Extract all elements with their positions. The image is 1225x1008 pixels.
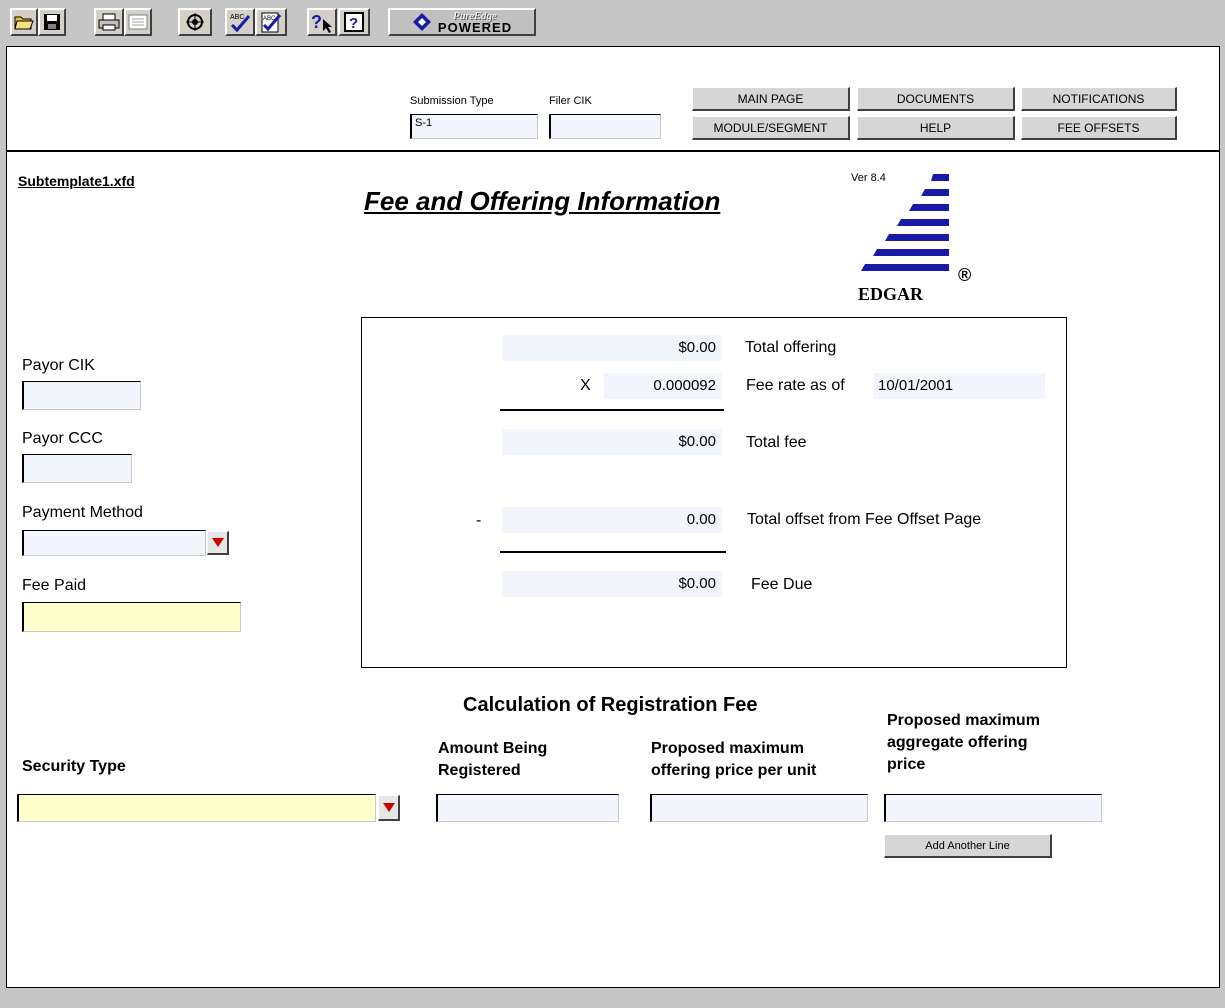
chevron-down-icon [211,537,224,547]
context-help-button[interactable]: ? [307,8,337,36]
fee-due-label: Fee Due [751,576,813,593]
add-another-line-button[interactable]: Add Another Line [884,834,1052,858]
amount-label-line-1: Amount Being [438,740,548,757]
price-per-unit-label-line-2: offering price per unit [651,762,817,779]
edgar-logo-text: EDGAR [858,284,924,304]
security-type-select[interactable] [17,794,376,822]
payor-ccc-field[interactable] [22,454,132,483]
spellcheck-document-button[interactable]: ABC [255,8,287,36]
print-button[interactable] [94,8,124,36]
toolbar: ABC ABC ? ? PureEdge POWERED [0,0,1225,44]
svg-text:ABC: ABC [230,14,244,21]
fee-rate-label: Fee rate as of [746,377,845,394]
module-segment-button[interactable]: MODULE/SEGMENT [692,116,850,140]
payment-method-select[interactable] [22,530,206,556]
fee-offsets-button[interactable]: FEE OFFSETS [1021,116,1177,140]
submission-type-field[interactable]: S-1 [410,114,538,139]
save-button[interactable] [38,8,66,36]
page-title: Fee and Offering Information [364,186,721,216]
edgar-logo: Ver 8.4 EDGAR ® [845,168,975,308]
fee-rate-date: 10/01/2001 [874,373,1045,399]
payment-method-dropdown-button[interactable] [207,531,229,555]
open-icon [14,16,34,30]
payor-ccc-label: Payor CCC [22,430,103,447]
price-per-unit-label: Proposed maximum offering price per unit [651,738,816,782]
security-type-dropdown-button[interactable] [378,795,400,821]
transmit-icon [186,13,204,31]
edgar-stripes-icon [861,174,949,271]
help-button[interactable]: ? [338,8,370,36]
multiply-sign: X [580,377,591,394]
fee-due-value: $0.00 [502,571,722,597]
documents-button[interactable]: DOCUMENTS [857,87,1015,111]
preview-icon [128,14,148,30]
aggregate-price-field[interactable] [884,794,1102,822]
submission-type-label: Submission Type [410,95,494,107]
total-fee-label: Total fee [746,434,807,451]
registered-mark: ® [958,265,972,285]
price-per-unit-field[interactable] [650,794,868,822]
fee-summary-box [361,317,1067,668]
pureedge-logo: PureEdge POWERED [388,8,536,36]
context-help-icon: ? [311,12,332,33]
total-offset-value: 0.00 [502,507,722,533]
main-page-button[interactable]: MAIN PAGE [692,87,850,111]
filer-cik-label: Filer CIK [549,95,592,107]
total-offering-value: $0.00 [502,335,722,361]
print-icon [98,13,120,31]
aggregate-price-label-line-1: Proposed maximum [887,712,1040,729]
payment-method-label: Payment Method [22,504,143,521]
help-nav-button[interactable]: HELP [857,116,1015,140]
fee-paid-field[interactable] [22,602,241,632]
aggregate-price-label-line-2: aggregate offering [887,734,1028,751]
price-per-unit-label-line-1: Proposed maximum [651,740,804,757]
registration-section-title: Calculation of Registration Fee [463,694,758,716]
svg-text:?: ? [311,12,322,32]
spellcheck-icon: ABC [230,14,251,33]
spellcheck-button[interactable]: ABC [225,8,255,36]
sum-line-1 [500,409,724,411]
svg-text:?: ? [349,15,358,32]
template-name: Subtemplate1.xfd [18,173,135,189]
total-fee-value: $0.00 [502,429,722,455]
save-icon [44,14,60,30]
header-divider [6,150,1220,152]
fee-paid-label: Fee Paid [22,577,87,594]
total-offering-label: Total offering [745,339,837,356]
preview-button[interactable] [124,8,152,36]
filer-cik-field[interactable] [549,114,661,139]
notifications-button[interactable]: NOTIFICATIONS [1021,87,1177,111]
payor-cik-field[interactable] [22,381,141,410]
chevron-down-icon [382,802,395,812]
amount-field[interactable] [436,794,619,822]
payor-cik-label: Payor CIK [22,357,95,374]
pureedge-logo-text-bottom: POWERED [437,20,513,35]
open-button[interactable] [10,8,38,36]
sum-line-2 [500,551,726,553]
minus-sign: - [476,512,482,529]
aggregate-price-label: Proposed maximum aggregate offering pric… [887,710,1040,776]
spellcheck-document-icon: ABC [261,12,282,33]
total-offset-label: Total offset from Fee Offset Page [747,511,982,528]
amount-label: Amount Being Registered [438,738,547,782]
help-icon: ? [344,12,364,32]
amount-label-line-2: Registered [438,762,521,779]
fee-rate-value: 0.000092 [604,373,722,399]
security-type-label: Security Type [22,758,126,775]
pureedge-diamond-icon [412,13,431,31]
aggregate-price-label-line-3: price [887,756,926,773]
transmit-button[interactable] [178,8,212,36]
